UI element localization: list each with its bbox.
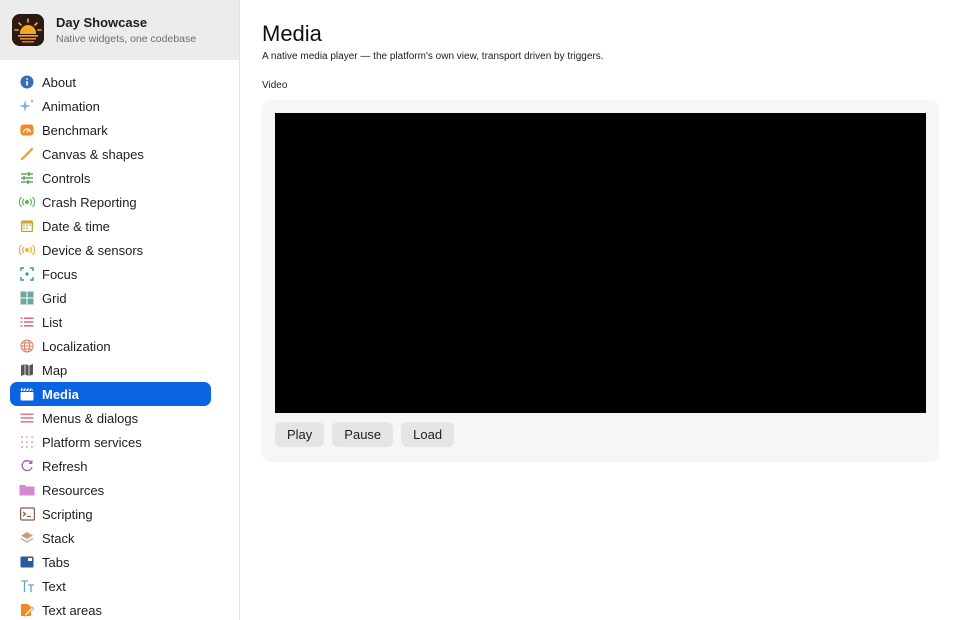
sidebar-item-label: Date & time — [42, 218, 110, 234]
sidebar-item-date-and-time[interactable]: Date & time — [10, 214, 211, 238]
page-description: A native media player — the platform's o… — [262, 51, 604, 62]
play-button[interactable]: Play — [275, 422, 325, 447]
clapperboard-icon — [19, 386, 35, 402]
sidebar-item-refresh[interactable]: Refresh — [10, 454, 211, 478]
sidebar-item-crash-reporting[interactable]: Crash Reporting — [10, 190, 211, 214]
sidebar-item-label: Crash Reporting — [42, 194, 137, 210]
folder-icon — [19, 482, 35, 498]
info-icon — [19, 74, 35, 90]
tabs-icon — [19, 554, 35, 570]
app-subtitle: Native widgets, one codebase — [56, 32, 197, 45]
sidebar-item-tabs[interactable]: Tabs — [10, 550, 211, 574]
sidebar-item-label: Localization — [42, 338, 111, 354]
section-label-video: Video — [262, 80, 288, 91]
grid-icon — [19, 290, 35, 306]
sidebar-item-label: Text areas — [42, 602, 102, 618]
sidebar-item-scripting[interactable]: Scripting — [10, 502, 211, 526]
sidebar-item-stack[interactable]: Stack — [10, 526, 211, 550]
sidebar-item-label: Benchmark — [42, 122, 108, 138]
document-edit-icon — [19, 602, 35, 618]
media-card: Play Pause Load — [262, 100, 939, 462]
menu-icon — [19, 410, 35, 426]
sidebar-item-label: Stack — [42, 530, 75, 546]
sidebar-item-label: Refresh — [42, 458, 88, 474]
sidebar-item-text[interactable]: Text — [10, 574, 211, 598]
sidebar-item-label: Device & sensors — [42, 242, 144, 258]
sidebar-item-text-areas[interactable]: Text areas — [10, 598, 211, 620]
sidebar-item-localization[interactable]: Localization — [10, 334, 211, 358]
pause-button[interactable]: Pause — [332, 422, 394, 447]
sidebar-item-media[interactable]: Media — [10, 382, 211, 406]
sidebar-item-platform-services[interactable]: Platform services — [10, 430, 211, 454]
sidebar-header: Day Showcase Native widgets, one codebas… — [0, 0, 239, 60]
sidebar-nav: About Animation Benchmark Canvas & shapes Co… — [0, 60, 239, 620]
map-icon — [19, 362, 35, 378]
sidebar-item-label: List — [42, 314, 63, 330]
main-content: Media A native media player — the platfo… — [240, 0, 960, 620]
sidebar-item-label: About — [42, 74, 76, 90]
page-title: Media — [262, 21, 322, 46]
sidebar-item-label: Platform services — [42, 434, 142, 450]
sidebar-item-grid[interactable]: Grid — [10, 286, 211, 310]
sidebar: Day Showcase Native widgets, one codebas… — [0, 0, 240, 620]
terminal-icon — [19, 506, 35, 522]
sidebar-item-label: Canvas & shapes — [42, 146, 144, 162]
brush-icon — [19, 146, 35, 162]
sidebar-item-label: Animation — [42, 98, 100, 114]
sidebar-item-label: Tabs — [42, 554, 70, 570]
broadcast-icon — [19, 194, 35, 210]
calendar-icon — [19, 218, 35, 234]
list-icon — [19, 314, 35, 330]
sparkles-icon — [19, 98, 35, 114]
sidebar-item-device-and-sensors[interactable]: Device & sensors — [10, 238, 211, 262]
sidebar-item-list[interactable]: List — [10, 310, 211, 334]
stack-icon — [19, 530, 35, 546]
globe-icon — [19, 338, 35, 354]
sidebar-item-focus[interactable]: Focus — [10, 262, 211, 286]
sidebar-item-label: Controls — [42, 170, 91, 186]
sidebar-item-controls[interactable]: Controls — [10, 166, 211, 190]
sidebar-item-canvas-and-shapes[interactable]: Canvas & shapes — [10, 142, 211, 166]
sidebar-item-label: Menus & dialogs — [42, 410, 139, 426]
sidebar-item-label: Text — [42, 578, 66, 594]
refresh-icon — [19, 458, 35, 474]
load-button[interactable]: Load — [401, 422, 455, 447]
sidebar-item-map[interactable]: Map — [10, 358, 211, 382]
focus-icon — [19, 266, 35, 282]
app-logo-icon — [12, 14, 44, 46]
sidebar-item-about[interactable]: About — [10, 70, 211, 94]
sidebar-item-label: Focus — [42, 266, 78, 282]
dots-grid-icon — [19, 434, 35, 450]
video-player[interactable] — [275, 113, 926, 413]
sidebar-item-benchmark[interactable]: Benchmark — [10, 118, 211, 142]
sensor-icon — [19, 242, 35, 258]
sidebar-item-label: Grid — [42, 290, 67, 306]
sliders-icon — [19, 170, 35, 186]
app-window: Day Showcase Native widgets, one codebas… — [0, 0, 960, 620]
transport-controls: Play Pause Load — [275, 422, 926, 447]
sidebar-item-label: Media — [42, 386, 79, 402]
sidebar-item-menus-and-dialogs[interactable]: Menus & dialogs — [10, 406, 211, 430]
sidebar-item-label: Resources — [42, 482, 105, 498]
app-name: Day Showcase — [56, 14, 148, 30]
sidebar-item-animation[interactable]: Animation — [10, 94, 211, 118]
sidebar-item-resources[interactable]: Resources — [10, 478, 211, 502]
sidebar-item-label: Scripting — [42, 506, 93, 522]
text-icon — [19, 578, 35, 594]
sidebar-item-label: Map — [42, 362, 68, 378]
speedometer-icon — [19, 122, 35, 138]
